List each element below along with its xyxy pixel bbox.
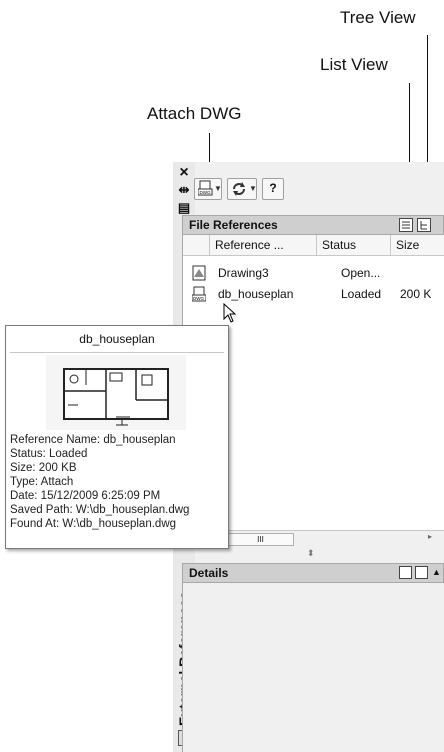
- column-header-status[interactable]: Status: [317, 235, 391, 256]
- column-header-reference[interactable]: Reference ...: [210, 235, 317, 256]
- column-label: Status: [322, 238, 357, 252]
- tooltip-size: Size: 200 KB: [10, 462, 77, 474]
- tooltip-saved-path: Saved Path: W:\db_houseplan.dwg: [10, 504, 190, 516]
- list-view-button[interactable]: [399, 218, 413, 232]
- scroll-thumb-grip: III: [257, 535, 264, 544]
- preview-view-button[interactable]: [415, 566, 428, 579]
- svg-text:DWG: DWG: [200, 190, 211, 195]
- tree-view-icon: [420, 221, 427, 230]
- attach-dwg-icon: DWG: [198, 180, 213, 196]
- attach-dwg-callout: Attach DWG: [147, 104, 242, 123]
- close-icon[interactable]: ×: [173, 164, 195, 182]
- tree-view-callout: Tree View: [340, 8, 416, 27]
- tooltip-status: Status: Loaded: [10, 448, 88, 460]
- attach-dwg-button[interactable]: DWG ▼: [194, 178, 222, 200]
- floor-plan-image: [63, 368, 169, 426]
- tree-view-button[interactable]: [417, 218, 431, 232]
- chevron-down-icon[interactable]: ▼: [214, 184, 222, 193]
- file-references-title: File References: [189, 218, 278, 232]
- list-item[interactable]: Drawing3 Open...: [183, 263, 444, 283]
- tooltip-reference-name: Reference Name: db_houseplan: [10, 434, 176, 446]
- reference-size: 200 K: [400, 287, 432, 301]
- tooltip-divider: [10, 352, 224, 353]
- reference-name: db_houseplan: [218, 287, 294, 301]
- scroll-thumb[interactable]: III: [227, 533, 294, 546]
- tooltip-found-at: Found At: W:\db_houseplan.dwg: [10, 518, 177, 530]
- scroll-right-icon[interactable]: ▸: [428, 532, 432, 541]
- collapse-icon[interactable]: ▲: [432, 567, 441, 577]
- help-icon: ?: [269, 181, 277, 195]
- tooltip-type: Type: Attach: [10, 476, 74, 488]
- properties-icon[interactable]: ▤: [173, 200, 195, 216]
- tooltip-date: Date: 15/12/2009 6:25:09 PM: [10, 490, 161, 502]
- dwg-file-icon: DWG: [192, 286, 206, 302]
- column-label: Reference ...: [215, 238, 284, 252]
- column-header-size[interactable]: Size: [391, 235, 444, 256]
- reference-status: Open...: [341, 266, 381, 280]
- list-view-icon: [402, 221, 410, 229]
- list-view-callout: List View: [320, 55, 388, 74]
- splitter-icon[interactable]: ⬍: [307, 548, 315, 559]
- drawing-icon: [192, 265, 206, 281]
- tooltip-title: db_houseplan: [79, 332, 155, 346]
- help-button[interactable]: ?: [262, 178, 284, 200]
- column-label: Size: [396, 238, 420, 252]
- reference-tooltip: db_houseplan Reference Name: db_housepla…: [5, 325, 229, 549]
- svg-text:DWG: DWG: [193, 296, 204, 301]
- floor-plan-thumbnail: [46, 355, 186, 430]
- chevron-down-icon[interactable]: ▼: [249, 184, 257, 193]
- reference-name: Drawing3: [218, 266, 269, 280]
- details-area: [182, 583, 444, 752]
- details-title: Details: [189, 566, 229, 580]
- refresh-button[interactable]: ▼: [227, 178, 257, 200]
- refresh-icon: [233, 182, 245, 196]
- details-view-button[interactable]: [399, 566, 412, 579]
- list-item[interactable]: DWG db_houseplan Loaded 200 K: [183, 284, 444, 304]
- mouse-cursor-icon: [223, 303, 237, 323]
- autohide-icon[interactable]: ⇹: [173, 182, 195, 198]
- reference-status: Loaded: [341, 287, 382, 301]
- column-header-blank: [183, 235, 210, 256]
